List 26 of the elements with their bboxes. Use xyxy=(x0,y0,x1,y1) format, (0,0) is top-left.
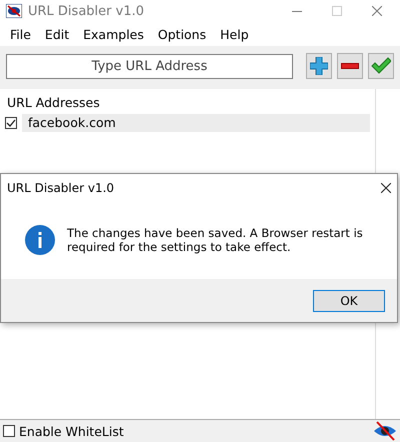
whitelist-label: Enable WhiteList xyxy=(19,424,125,438)
crossed-eye-icon[interactable] xyxy=(373,421,397,441)
menu-item[interactable]: Examples xyxy=(77,24,150,44)
ok-button[interactable]: OK xyxy=(313,290,385,312)
checkbox[interactable] xyxy=(3,425,15,437)
minus-icon xyxy=(341,63,359,69)
minimize-icon[interactable] xyxy=(292,10,302,12)
close-icon[interactable] xyxy=(381,182,391,192)
url-list-item[interactable]: facebook.com xyxy=(22,114,370,132)
checkmark-icon xyxy=(371,57,391,75)
url-field[interactable]: Type URL Address xyxy=(6,54,293,78)
remove-button[interactable] xyxy=(337,53,363,79)
dialog-title: URL Disabler v1.0 xyxy=(7,180,116,194)
menu-item[interactable]: File xyxy=(4,24,37,44)
info-icon xyxy=(25,225,55,255)
menu-item[interactable]: Options xyxy=(152,24,212,44)
dialog-message: The changes have been saved. A Browser restart is required for the settings to take effect. xyxy=(67,226,364,254)
menu-item[interactable]: Help xyxy=(214,24,255,44)
apply-button[interactable] xyxy=(368,53,394,79)
list-heading: URL Addresses xyxy=(6,94,101,112)
app-eye-icon xyxy=(6,4,22,18)
checkbox[interactable] xyxy=(5,117,17,129)
plus-icon xyxy=(310,57,328,75)
window-title: URL Disabler v1.0 xyxy=(28,4,145,18)
add-button[interactable] xyxy=(306,53,332,79)
menu-item[interactable]: Edit xyxy=(38,24,76,44)
